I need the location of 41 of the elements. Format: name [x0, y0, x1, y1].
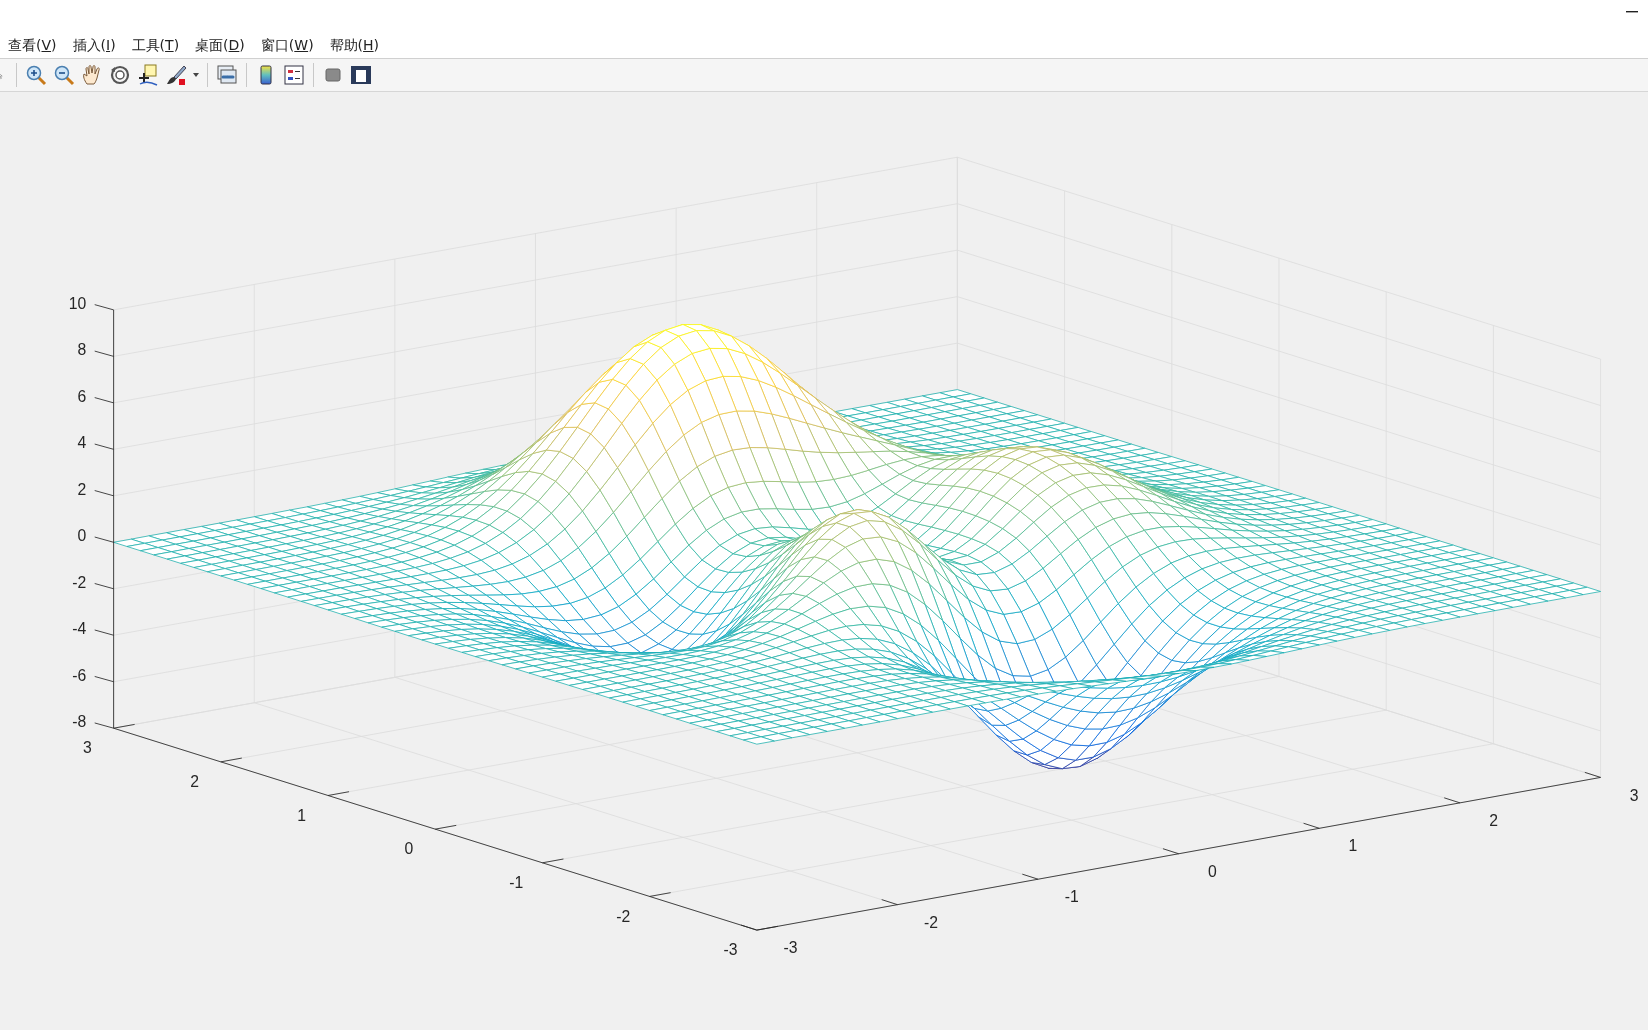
z-axis-label: 6 — [77, 387, 87, 405]
z-axis-label: 2 — [77, 480, 87, 498]
brush-icon[interactable] — [165, 64, 187, 86]
y-axis-label: 1 — [297, 806, 307, 824]
z-axis-label: -8 — [72, 713, 87, 731]
x-axis-label: -2 — [924, 913, 939, 931]
link-icon[interactable] — [216, 64, 238, 86]
x-axis-label: 2 — [1489, 812, 1498, 829]
zoom-out-icon[interactable] — [53, 64, 75, 86]
x-axis-label: 0 — [1207, 862, 1217, 880]
menu-item[interactable]: 桌面(D) — [187, 35, 253, 55]
z-axis-label: -4 — [72, 620, 87, 638]
y-axis-label: -3 — [723, 941, 738, 959]
z-axis-label: -6 — [72, 666, 87, 684]
x-axis-label: -1 — [1064, 888, 1079, 906]
minimize-icon[interactable] — [1626, 10, 1638, 14]
y-axis-label: -2 — [616, 907, 631, 925]
z-axis-label: -2 — [72, 573, 87, 591]
menu-item[interactable]: 帮助(H) — [321, 35, 388, 55]
menu-item[interactable]: 工具(T) — [123, 35, 188, 55]
panel-layout-icon[interactable] — [350, 64, 372, 86]
z-axis-label: 8 — [77, 341, 87, 359]
caret-icon[interactable] — [193, 73, 199, 77]
data-cursor-icon[interactable] — [137, 64, 159, 86]
y-axis-label: 0 — [404, 840, 414, 858]
menu-item[interactable]: 插入(I) — [64, 35, 124, 55]
y-axis-label: -1 — [509, 874, 524, 892]
x-axis-label: 1 — [1348, 837, 1358, 855]
z-axis-label: 10 — [68, 294, 87, 312]
menu-item[interactable]: 查看(V) — [0, 35, 65, 55]
hand-icon[interactable] — [81, 64, 103, 86]
x-axis-label: -3 — [783, 939, 798, 957]
x-axis-label: 3 — [1629, 786, 1639, 804]
rotate-icon[interactable] — [109, 64, 131, 86]
legend-icon[interactable] — [283, 64, 305, 86]
zoom-in-icon[interactable] — [25, 64, 47, 86]
z-axis-label: 0 — [77, 527, 87, 545]
y-axis-label: 2 — [190, 773, 199, 791]
menu-item[interactable]: 窗口(W) — [252, 35, 322, 55]
z-axis-label: 4 — [77, 434, 87, 452]
y-axis-label: 3 — [82, 739, 92, 757]
